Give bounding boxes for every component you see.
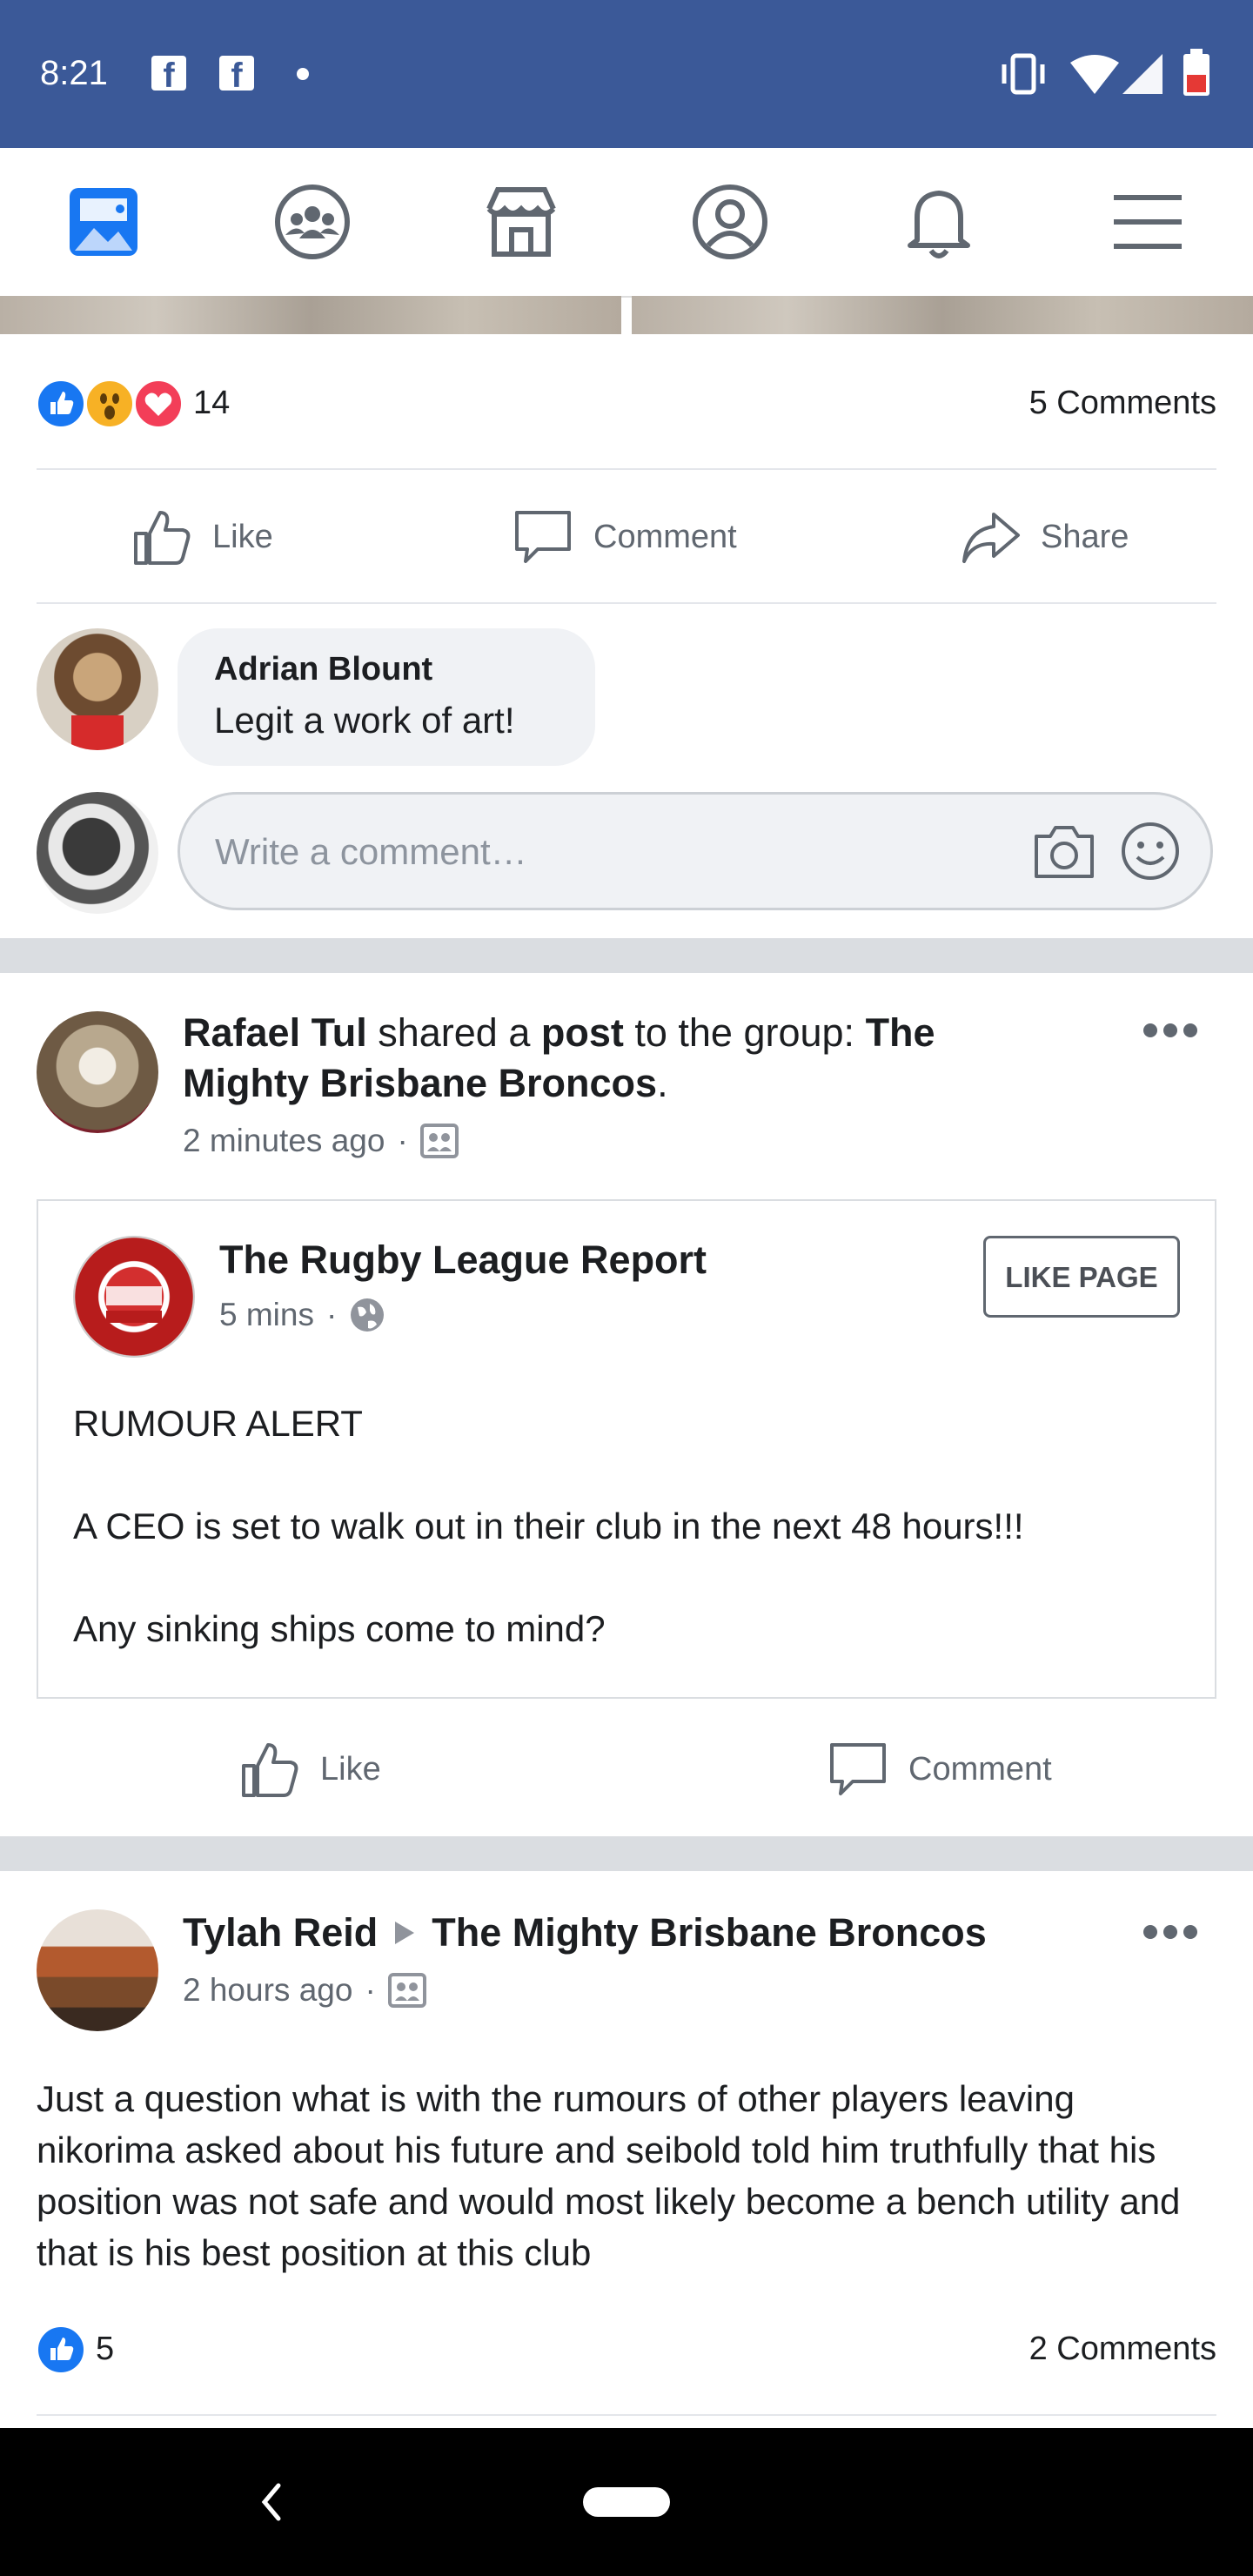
post-header-text: Tylah Reid The Mighty Brisbane Broncos xyxy=(183,1908,987,1958)
thumbs-up-icon xyxy=(242,1743,298,1797)
groups-icon[interactable] xyxy=(273,183,352,261)
share-label: Share xyxy=(1041,518,1129,555)
like-page-button[interactable]: LIKE PAGE xyxy=(983,1236,1180,1318)
status-time: 8:21 xyxy=(40,54,108,92)
group-suffix: . xyxy=(657,1061,668,1105)
like-button[interactable]: Like xyxy=(238,1730,381,1808)
shared-post-line: Any sinking ships come to mind? xyxy=(73,1608,606,1649)
page-post-meta: 5 mins · xyxy=(219,1297,385,1333)
meta-separator: · xyxy=(397,1123,408,1158)
comment-author[interactable]: Adrian Blount xyxy=(214,651,432,688)
user-avatar[interactable] xyxy=(37,792,158,914)
page-post-time[interactable]: 5 mins xyxy=(219,1297,314,1333)
post-image[interactable] xyxy=(632,296,1253,334)
profile-icon[interactable] xyxy=(691,183,769,261)
menu-hamburger-icon[interactable] xyxy=(1109,183,1187,261)
like-label: Like xyxy=(320,1750,381,1788)
post-time[interactable]: 2 hours ago xyxy=(183,1972,352,2009)
shared-text: to the group: xyxy=(623,1010,866,1055)
share-button[interactable]: Share xyxy=(959,498,1129,576)
emoji-icon[interactable] xyxy=(1120,821,1181,882)
comment-button[interactable]: Comment xyxy=(512,498,737,576)
commenter-avatar[interactable] xyxy=(37,628,158,750)
comments-count[interactable]: 2 Comments xyxy=(1029,2331,1216,2368)
shared-text: shared a xyxy=(366,1010,541,1055)
love-reaction-icon xyxy=(132,378,184,430)
vibrate-icon xyxy=(1002,53,1045,95)
comments-count[interactable]: 5 Comments xyxy=(1029,385,1216,422)
comment-bubble-icon xyxy=(515,511,571,563)
page-avatar[interactable] xyxy=(73,1236,195,1358)
more-options-icon[interactable] xyxy=(1142,1020,1199,1041)
post-body: Just a question what is with the rumours… xyxy=(37,2078,1181,2273)
post-meta: 2 hours ago · xyxy=(183,1972,426,2009)
comment-bubble[interactable]: Adrian Blount Legit a work of art! xyxy=(178,628,595,766)
group-name-part1[interactable]: The xyxy=(866,1010,935,1055)
page-name[interactable]: The Rugby League Report xyxy=(219,1238,707,1283)
more-options-icon[interactable] xyxy=(1142,1922,1199,1942)
group-name[interactable]: The Mighty Brisbane Broncos xyxy=(432,1908,987,1958)
post-time[interactable]: 2 minutes ago xyxy=(183,1123,385,1159)
shared-post-line: A CEO is set to walk out in their club i… xyxy=(73,1506,1024,1546)
comment-bubble-icon xyxy=(830,1743,886,1795)
divider xyxy=(37,2414,1216,2416)
post-header-text: Rafael Tul shared a post to the group: T… xyxy=(183,1008,1105,1109)
shared-post-line: RUMOUR ALERT xyxy=(73,1403,363,1444)
write-comment-input[interactable]: Write a comment… xyxy=(178,792,1213,910)
reaction-count[interactable]: 5 xyxy=(96,2331,114,2368)
thumbs-up-icon xyxy=(134,511,191,565)
facebook-notification-icon: f xyxy=(219,56,254,91)
like-label: Like xyxy=(212,518,273,555)
wifi-icon xyxy=(1070,55,1119,94)
poster-avatar[interactable] xyxy=(37,1909,158,2031)
post-author[interactable]: Tylah Reid xyxy=(183,1908,378,1958)
facebook-notification-icon: f xyxy=(151,56,186,91)
globe-icon xyxy=(351,1298,385,1332)
post-meta: 2 minutes ago · xyxy=(183,1123,459,1159)
share-arrow-icon xyxy=(962,513,1020,563)
top-navigation xyxy=(0,148,1253,298)
like-reaction-icon xyxy=(35,378,87,430)
shared-post-card[interactable]: The Rugby League Report 5 mins · LIKE PA… xyxy=(37,1199,1216,1699)
write-comment-placeholder: Write a comment… xyxy=(215,831,527,872)
wow-reaction-icon xyxy=(84,378,136,430)
shared-post-link[interactable]: post xyxy=(541,1010,624,1055)
feed-separator xyxy=(0,1836,1253,1871)
divider xyxy=(37,468,1216,470)
signal-icon xyxy=(1122,54,1163,94)
poster-avatar[interactable] xyxy=(37,1011,158,1133)
comment-button[interactable]: Comment xyxy=(827,1730,1052,1808)
status-bar: 8:21 f f xyxy=(0,0,1253,148)
like-button[interactable]: Like xyxy=(131,498,273,576)
reaction-count[interactable]: 14 xyxy=(193,385,230,422)
comment-text: Legit a work of art! xyxy=(214,700,515,741)
camera-icon[interactable] xyxy=(1033,824,1096,880)
post-author[interactable]: Rafael Tul xyxy=(183,1010,367,1055)
meta-separator: · xyxy=(365,1972,376,2008)
comment-label: Comment xyxy=(908,1750,1052,1788)
news-feed-icon[interactable] xyxy=(64,183,143,261)
group-privacy-icon xyxy=(419,1124,459,1158)
marketplace-icon[interactable] xyxy=(482,183,560,261)
feed-separator xyxy=(0,938,1253,973)
comment-label: Comment xyxy=(593,518,737,555)
home-pill[interactable] xyxy=(583,2487,670,2517)
like-reaction-icon xyxy=(35,2324,87,2376)
more-notifications-dot-icon xyxy=(297,68,309,80)
group-privacy-icon xyxy=(387,1973,426,2008)
post-image[interactable] xyxy=(0,296,621,334)
system-navigation-bar xyxy=(0,2428,1253,2576)
back-icon[interactable] xyxy=(258,2480,284,2524)
group-name-part2[interactable]: Mighty Brisbane Broncos xyxy=(183,1061,657,1105)
meta-separator: · xyxy=(325,1297,338,1332)
arrow-right-icon xyxy=(395,1922,415,1944)
divider xyxy=(37,602,1216,604)
battery-low-icon xyxy=(1183,49,1209,96)
notifications-bell-icon[interactable] xyxy=(900,183,978,261)
